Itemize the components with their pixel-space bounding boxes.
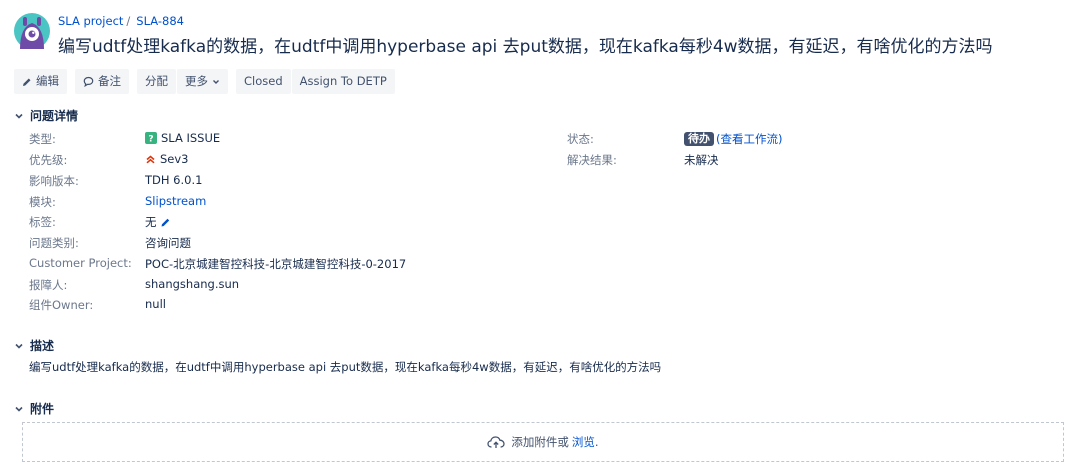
labels-label: 标签: <box>29 215 56 229</box>
category-label: 问题类别: <box>29 236 79 250</box>
edit-button-label: 编辑 <box>36 74 59 88</box>
issue-toolbar: 编辑 备注 分配 更多 Closed Assign To DETP <box>14 69 403 94</box>
comment-button[interactable]: 备注 <box>75 69 129 94</box>
component-owner-value: null <box>145 297 166 311</box>
breadcrumb-issue-key-link[interactable]: SLA-884 <box>136 14 184 28</box>
customer-project-value: POC-北京城建智控科技-北京城建智控科技-0-2017 <box>145 257 407 271</box>
chevron-down-icon <box>15 406 23 412</box>
affects-version-value: TDH 6.0.1 <box>145 173 203 187</box>
attachments-heading: 附件 <box>30 402 55 416</box>
description-section-toggle[interactable]: 描述 <box>14 337 54 354</box>
more-button-label: 更多 <box>185 74 208 88</box>
edit-button[interactable]: 编辑 <box>14 69 67 94</box>
question-icon: ? <box>145 132 157 144</box>
double-chevron-up-icon <box>146 154 155 163</box>
description-text: 编写udtf处理kafka的数据，在udtf中调用hyperbase api 去… <box>29 360 662 374</box>
affects-version-label: 影响版本: <box>29 174 79 188</box>
labels-value: 无 <box>145 214 171 230</box>
component-label: 模块: <box>29 195 56 209</box>
project-avatar[interactable] <box>14 13 50 49</box>
resolution-value: 未解决 <box>684 153 719 167</box>
view-workflow-link[interactable]: (查看工作流) <box>716 131 782 147</box>
resolution-label: 解决结果: <box>567 153 617 167</box>
component-link[interactable]: Slipstream <box>145 194 206 208</box>
breadcrumb-project-link[interactable]: SLA project <box>58 14 123 28</box>
details-section-toggle[interactable]: 问题详情 <box>14 107 78 124</box>
priority-label: 优先级: <box>29 153 68 167</box>
browse-link[interactable]: 浏览 <box>572 434 595 450</box>
svg-text:?: ? <box>148 135 153 145</box>
chevron-down-icon <box>15 343 23 349</box>
labels-value-text: 无 <box>145 215 157 229</box>
breadcrumb: SLA project / SLA-884 <box>58 14 184 28</box>
edit-group: 编辑 <box>14 69 67 94</box>
cloud-upload-icon <box>487 436 506 448</box>
dropzone-period: . <box>594 435 599 449</box>
assign-button[interactable]: 分配 <box>137 69 176 94</box>
details-heading: 问题详情 <box>30 109 79 123</box>
closed-button[interactable]: Closed <box>236 69 291 94</box>
chevron-down-icon <box>15 113 23 119</box>
attachments-section-toggle[interactable]: 附件 <box>14 400 54 417</box>
type-value: ? SLA ISSUE <box>145 131 220 145</box>
type-value-text: SLA ISSUE <box>161 131 221 145</box>
comment-group: 备注 <box>75 69 129 94</box>
assign-to-detp-button[interactable]: Assign To DETP <box>291 69 395 94</box>
reporter-label: 报障人: <box>29 278 68 292</box>
status-badge: 待办 <box>684 132 714 146</box>
description-heading: 描述 <box>30 339 55 353</box>
actions-group: 分配 更多 <box>137 69 228 94</box>
dropzone-text: 添加附件或 <box>511 435 569 449</box>
status-label: 状态: <box>567 132 594 146</box>
category-value: 咨询问题 <box>145 236 191 250</box>
comment-button-label: 备注 <box>98 74 121 88</box>
component-owner-label: 组件Owner: <box>29 298 94 312</box>
comment-icon <box>83 76 94 87</box>
type-label: 类型: <box>29 132 56 146</box>
pencil-icon[interactable] <box>160 217 171 228</box>
priority-value-text: Sev3 <box>160 152 189 166</box>
pencil-icon <box>23 78 31 86</box>
issue-title: 编写udtf处理kafka的数据，在udtf中调用hyperbase api 去… <box>58 37 993 57</box>
workflow-group: Closed Assign To DETP <box>236 69 395 94</box>
customer-project-label: Customer Project: <box>29 256 132 270</box>
attachment-dropzone[interactable]: 添加附件或 浏览. <box>22 422 1064 462</box>
more-button[interactable]: 更多 <box>177 69 228 94</box>
reporter-value: shangshang.sun <box>145 277 240 291</box>
priority-value: Sev3 <box>145 152 189 166</box>
chevron-down-icon <box>213 79 219 84</box>
breadcrumb-separator: / <box>126 14 131 28</box>
status-value: 待办 (查看工作流) <box>684 131 782 147</box>
